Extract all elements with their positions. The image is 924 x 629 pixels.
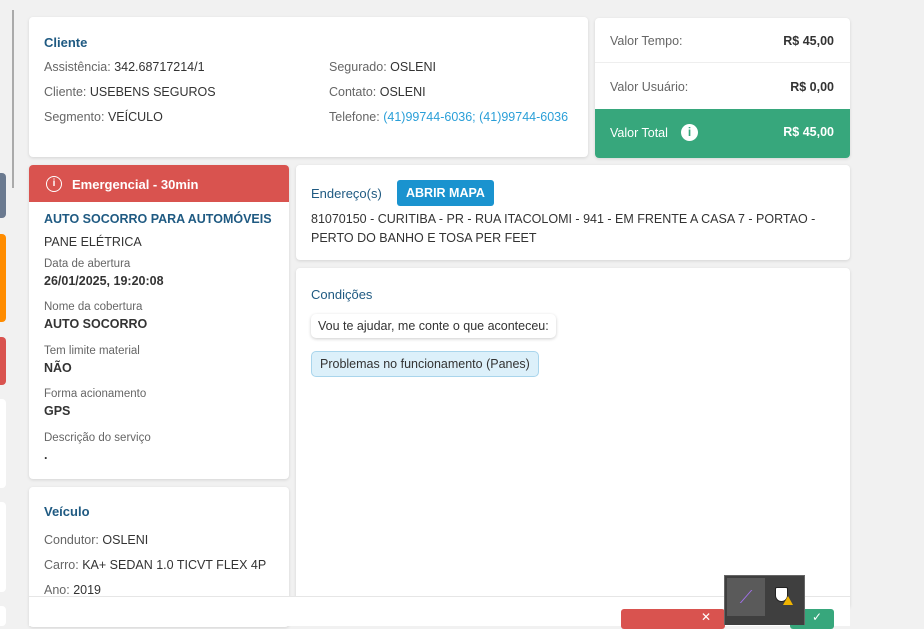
endereco-text: 81070150 - CURITIBA - PR - RUA ITACOLOMI… <box>311 212 816 245</box>
side-tab-white[interactable] <box>0 399 6 488</box>
chat-question: Vou te ajudar, me conte o que aconteceu: <box>311 314 556 338</box>
telefone-field: Telefone: (41)99744-6036; (41)99744-6036 <box>329 110 569 124</box>
ano-field: Ano: 2019 <box>44 583 102 597</box>
chat-answer-option[interactable]: Problemas no funcionamento (Panes) <box>311 351 539 377</box>
side-tab-white[interactable] <box>0 606 6 626</box>
assistencia-field: Assistência: 342.68717214/1 <box>44 60 205 74</box>
side-tab-red[interactable] <box>0 337 6 385</box>
security-warning-icon[interactable] <box>773 585 793 607</box>
servico-title: AUTO SOCORRO PARA AUTOMÓVEIS <box>44 212 272 226</box>
emergencial-badge: i Emergencial - 30min <box>29 165 289 202</box>
field-label: Forma acionamento <box>44 388 147 400</box>
carro-field: Carro: KA+ SEDAN 1.0 TICVT FLEX 4P <box>44 558 267 572</box>
field-label: Tem limite material <box>44 345 140 357</box>
side-tab-gray[interactable] <box>0 173 6 218</box>
field-label: Data de abertura <box>44 258 131 270</box>
condicoes-title: Condições <box>311 287 373 302</box>
field-value: 26/01/2025, 19:20:08 <box>44 274 164 288</box>
endereco-title: Endereço(s) <box>311 186 382 201</box>
cliente-title: Cliente <box>44 35 88 50</box>
condicoes-card: Condições Vou te ajudar, me conte o que … <box>296 268 850 608</box>
abrir-mapa-button[interactable]: ABRIR MAPA <box>397 180 494 206</box>
condutor-field: Condutor: OSLENI <box>44 533 149 547</box>
valor-usuario-row: Valor Usuário: R$ 0,00 <box>610 80 834 94</box>
segmento-field: Segmento: VEÍCULO <box>44 110 163 124</box>
reject-button[interactable]: ✕ <box>621 609 725 629</box>
valor-tempo-row: Valor Tempo: R$ 45,00 <box>595 18 850 63</box>
cliente-field: Cliente: USEBENS SEGUROS <box>44 85 216 99</box>
tray-popup: ⟋ <box>724 575 805 625</box>
servico-card: i Emergencial - 30min AUTO SOCORRO PARA … <box>29 165 289 479</box>
endereco-card: Endereço(s) ABRIR MAPA 81070150 - CURITI… <box>296 165 850 260</box>
valores-card: Valor Tempo: R$ 45,00 Valor Usuário: R$ … <box>595 18 850 158</box>
field-value: GPS <box>44 404 71 418</box>
veiculo-title: Veículo <box>44 504 90 519</box>
field-value: AUTO SOCORRO <box>44 317 148 331</box>
feather-app-icon[interactable]: ⟋ <box>727 578 765 616</box>
close-icon: ✕ <box>701 610 712 624</box>
cliente-card: Cliente Assistência: 342.68717214/1 Clie… <box>29 17 588 157</box>
field-label: Nome da cobertura <box>44 301 143 313</box>
check-icon: ✓ <box>812 610 823 624</box>
segurado-field: Segurado: OSLENI <box>329 60 437 74</box>
servico-subtitle: PANE ELÉTRICA <box>44 235 142 249</box>
valor-total-row: Valor Total i R$ 45,00 <box>595 109 850 158</box>
left-divider <box>12 10 14 188</box>
telefone-link[interactable]: (41)99744-6036; (41)99744-6036 <box>383 110 568 124</box>
side-tab-white[interactable] <box>0 502 6 592</box>
field-value: . <box>44 448 48 462</box>
field-value: NÃO <box>44 361 72 375</box>
info-icon[interactable]: i <box>681 124 698 141</box>
side-tab-orange[interactable] <box>0 234 6 322</box>
field-label: Descrição do serviço <box>44 432 151 444</box>
alert-circle-icon: i <box>46 176 62 192</box>
contato-field: Contato: OSLENI <box>329 85 426 99</box>
